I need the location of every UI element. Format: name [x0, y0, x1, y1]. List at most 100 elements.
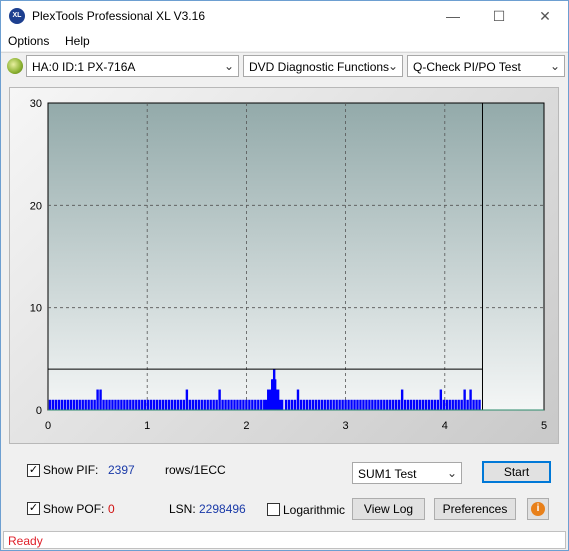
- data-bar: [126, 399, 129, 410]
- info-button[interactable]: i: [527, 498, 549, 520]
- data-bar: [254, 399, 257, 410]
- data-bar: [454, 399, 457, 410]
- x-tick-label: 3: [343, 420, 349, 432]
- results-panel: ✓ Show PIF: 2397 rows/1ECC ✓ Show POF: 0…: [9, 452, 559, 524]
- data-bar: [173, 399, 177, 410]
- menu-bar: Options Help: [1, 31, 568, 51]
- test-select[interactable]: Q-Check PI/PO Test ⌄: [407, 55, 565, 77]
- x-tick-label: 4: [442, 420, 448, 432]
- start-button[interactable]: Start: [482, 461, 551, 483]
- data-bar: [427, 399, 431, 410]
- data-bar: [460, 399, 463, 410]
- data-bar: [117, 399, 120, 410]
- menu-options-label: Options: [8, 34, 50, 48]
- x-tick-label: 1: [144, 420, 150, 432]
- disc-drive-icon: [7, 58, 23, 74]
- data-bar: [365, 399, 368, 410]
- chevron-down-icon: ⌄: [387, 59, 398, 73]
- chevron-down-icon: ⌄: [223, 59, 234, 73]
- close-button[interactable]: ✕: [522, 1, 568, 31]
- data-bar: [51, 399, 55, 410]
- data-bar: [102, 399, 105, 410]
- data-bar: [245, 399, 248, 410]
- window-title: PlexTools Professional XL V3.16: [32, 9, 205, 23]
- data-bar: [412, 399, 416, 410]
- function-select[interactable]: DVD Diagnostic Functions ⌄: [243, 55, 403, 77]
- data-bar: [442, 399, 446, 410]
- data-bar: [78, 399, 81, 410]
- x-tick-label: 2: [243, 420, 249, 432]
- data-bar: [63, 399, 67, 410]
- data-bar: [227, 399, 230, 410]
- drive-select-value: HA:0 ID:1 PX-716A: [32, 60, 136, 74]
- data-bar: [347, 399, 350, 410]
- data-bar: [257, 399, 260, 410]
- data-bar: [383, 399, 386, 410]
- data-bar: [96, 389, 99, 410]
- drive-select[interactable]: HA:0 ID:1 PX-716A ⌄: [26, 55, 239, 77]
- data-bar: [230, 399, 233, 410]
- title-bar[interactable]: XL PlexTools Professional XL V3.16 — ☐ ✕: [1, 1, 568, 31]
- data-bar: [475, 399, 478, 410]
- data-bar: [111, 399, 114, 410]
- data-bar: [317, 399, 321, 410]
- data-bar: [308, 399, 312, 410]
- data-bar: [368, 399, 371, 410]
- data-bar: [418, 399, 422, 410]
- function-select-value: DVD Diagnostic Functions: [249, 60, 390, 74]
- data-bar: [135, 399, 138, 410]
- data-bar: [445, 399, 448, 410]
- data-bar: [93, 399, 96, 410]
- menu-options[interactable]: Options: [8, 34, 49, 48]
- data-bar: [320, 399, 323, 410]
- maximize-button[interactable]: ☐: [476, 1, 522, 31]
- data-bar: [302, 399, 306, 410]
- data-bar: [105, 399, 108, 410]
- data-bar: [326, 399, 329, 410]
- data-bar: [57, 399, 61, 410]
- data-bar: [179, 399, 183, 410]
- pif-unit: rows/1ECC: [165, 463, 226, 477]
- menu-help[interactable]: Help: [65, 34, 90, 48]
- data-bar: [251, 399, 254, 410]
- logarithmic-checkbox[interactable]: [267, 503, 280, 516]
- data-bar: [350, 399, 353, 410]
- data-bar: [72, 399, 75, 410]
- show-pif-label: Show PIF:: [43, 463, 99, 477]
- data-bar: [290, 399, 294, 410]
- data-bar: [314, 399, 318, 410]
- y-tick-label: 30: [30, 98, 42, 110]
- data-bar: [66, 399, 70, 410]
- status-text: Ready: [8, 534, 43, 548]
- data-bar: [406, 399, 410, 410]
- data-bar: [144, 399, 147, 410]
- data-bar: [81, 399, 84, 410]
- data-bar: [338, 399, 341, 410]
- preferences-button[interactable]: Preferences: [434, 498, 516, 520]
- minimize-button[interactable]: —: [430, 1, 476, 31]
- view-log-button[interactable]: View Log: [352, 498, 425, 520]
- menu-help-label: Help: [65, 34, 90, 48]
- data-bar: [236, 399, 239, 410]
- data-bar: [164, 399, 168, 410]
- sum-test-select[interactable]: SUM1 Test ⌄: [352, 462, 462, 484]
- data-bar: [233, 399, 236, 410]
- data-bar: [397, 399, 401, 410]
- show-pif-checkbox[interactable]: ✓: [27, 464, 40, 477]
- app-window: XL PlexTools Professional XL V3.16 — ☐ ✕…: [0, 0, 569, 551]
- data-bar: [206, 399, 209, 410]
- data-bar: [146, 399, 150, 410]
- data-bar: [463, 389, 466, 410]
- data-bar: [260, 399, 263, 410]
- show-pof-checkbox[interactable]: ✓: [27, 502, 40, 515]
- data-bar: [430, 399, 434, 410]
- data-bar: [194, 399, 198, 410]
- data-bar: [305, 399, 309, 410]
- data-bar: [200, 399, 203, 410]
- pof-value: 0: [108, 502, 115, 516]
- data-bar: [48, 399, 52, 410]
- data-bar: [377, 399, 380, 410]
- data-bar: [472, 399, 475, 410]
- data-bar: [182, 399, 186, 410]
- data-bar: [87, 399, 90, 410]
